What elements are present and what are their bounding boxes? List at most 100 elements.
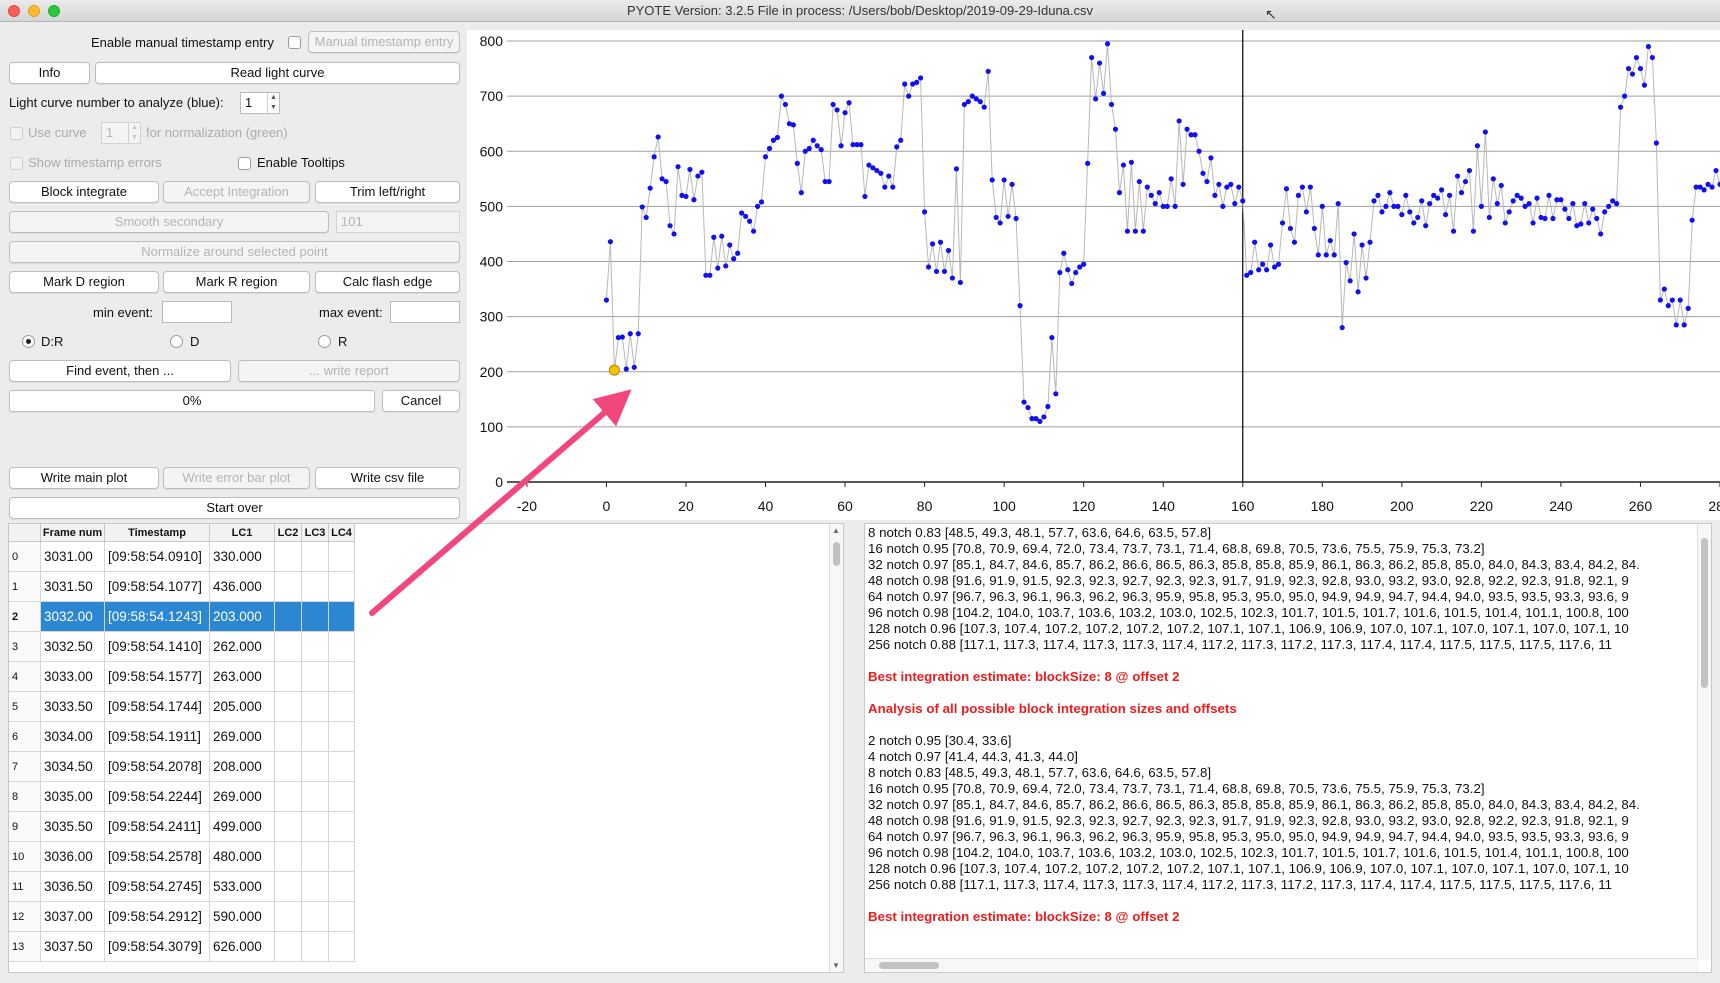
table-cell[interactable] xyxy=(302,842,329,872)
write-main-plot-button[interactable]: Write main plot xyxy=(9,467,159,489)
table-cell[interactable]: [09:58:54.2578] xyxy=(105,842,210,872)
write-csv-file-button[interactable]: Write csv file xyxy=(315,467,460,489)
row-header[interactable]: 9 xyxy=(9,812,41,842)
table-cell[interactable]: 3035.50 xyxy=(41,812,105,842)
row-header[interactable]: 8 xyxy=(9,782,41,812)
table-cell[interactable]: 3033.00 xyxy=(41,662,105,692)
table-cell[interactable] xyxy=(302,632,329,662)
table-cell[interactable] xyxy=(329,902,355,932)
smooth-value-field[interactable]: 101 xyxy=(336,211,460,233)
scroll-down-icon[interactable]: ▼ xyxy=(832,961,840,970)
table-cell[interactable] xyxy=(329,542,355,572)
table-cell[interactable] xyxy=(275,842,302,872)
table-row[interactable]: 11 3036.50 [09:58:54.2745] 533.000 xyxy=(9,872,372,902)
table-cell[interactable]: [09:58:54.2411] xyxy=(105,812,210,842)
table-row[interactable]: 5 3033.50 [09:58:54.1744] 205.000 xyxy=(9,692,372,722)
row-header[interactable]: 0 xyxy=(9,542,41,572)
trim-left-right-button[interactable]: Trim left/right xyxy=(315,181,460,203)
row-header[interactable]: 11 xyxy=(9,872,41,902)
table-cell[interactable]: [09:58:54.2745] xyxy=(105,872,210,902)
light-curve-plot[interactable]: 0 100 200 300 400 500 600 700 800 -20 0 20 40 60 80 100… xyxy=(467,30,1720,520)
table-cell[interactable] xyxy=(275,872,302,902)
column-header[interactable]: Frame num xyxy=(41,524,105,542)
table-cell[interactable] xyxy=(302,662,329,692)
table-cell[interactable] xyxy=(329,932,355,962)
write-report-button[interactable]: ... write report xyxy=(238,360,460,382)
table-cell[interactable] xyxy=(302,872,329,902)
table-cell[interactable]: 3034.00 xyxy=(41,722,105,752)
table-row[interactable]: 13 3037.50 [09:58:54.3079] 626.000 xyxy=(9,932,372,962)
table-row[interactable]: 4 3033.00 [09:58:54.1577] 263.000 xyxy=(9,662,372,692)
use-curve-spinbox[interactable]: 1 ▲ ▼ xyxy=(101,122,141,144)
info-button[interactable]: Info xyxy=(9,62,90,84)
column-header[interactable] xyxy=(9,524,41,542)
column-header[interactable]: Timestamp xyxy=(105,524,210,542)
lc-number-spinbox[interactable]: 1 ▲ ▼ xyxy=(240,92,280,114)
table-cell[interactable] xyxy=(302,812,329,842)
table-cell[interactable]: [09:58:54.1077] xyxy=(105,572,210,602)
data-table[interactable]: Frame num Timestamp LC1 LC2 LC3 LC4 0 3031.00[… xyxy=(8,523,844,973)
enable-manual-ts-checkbox[interactable] xyxy=(288,36,301,49)
table-row[interactable]: 0 3031.00 [09:58:54.0910] 330.000 xyxy=(9,542,372,572)
table-cell[interactable]: 3033.50 xyxy=(41,692,105,722)
table-cell[interactable] xyxy=(302,752,329,782)
table-cell[interactable] xyxy=(275,782,302,812)
accept-integration-button[interactable]: Accept Integration xyxy=(163,181,310,203)
table-cell[interactable] xyxy=(275,932,302,962)
mark-r-region-button[interactable]: Mark R region xyxy=(163,271,310,293)
table-cell[interactable] xyxy=(329,872,355,902)
table-cell[interactable]: 3034.50 xyxy=(41,752,105,782)
radio-dr[interactable] xyxy=(22,335,35,348)
table-cell[interactable]: [09:58:54.2912] xyxy=(105,902,210,932)
table-cell[interactable]: [09:58:54.1577] xyxy=(105,662,210,692)
table-cell[interactable] xyxy=(275,662,302,692)
table-cell[interactable] xyxy=(302,542,329,572)
table-cell[interactable]: 3031.00 xyxy=(41,542,105,572)
table-cell[interactable]: 269.000 xyxy=(210,782,275,812)
table-cell[interactable] xyxy=(329,842,355,872)
scroll-up-icon[interactable]: ▲ xyxy=(832,526,840,535)
table-cell[interactable]: 262.000 xyxy=(210,632,275,662)
table-cell[interactable]: 3036.00 xyxy=(41,842,105,872)
table-cell[interactable]: 269.000 xyxy=(210,722,275,752)
row-header[interactable]: 10 xyxy=(9,842,41,872)
table-cell[interactable] xyxy=(302,692,329,722)
table-cell[interactable]: [09:58:54.0910] xyxy=(105,542,210,572)
start-over-button[interactable]: Start over xyxy=(9,497,460,519)
read-light-curve-button[interactable]: Read light curve xyxy=(95,62,460,84)
row-header[interactable]: 12 xyxy=(9,902,41,932)
row-header[interactable]: 3 xyxy=(9,632,41,662)
show-ts-errors-checkbox[interactable] xyxy=(10,157,23,170)
close-window-button[interactable] xyxy=(8,5,20,17)
table-cell[interactable]: 3037.50 xyxy=(41,932,105,962)
table-cell[interactable] xyxy=(275,902,302,932)
cancel-button[interactable]: Cancel xyxy=(382,390,460,412)
column-header[interactable]: LC1 xyxy=(210,524,275,542)
table-cell[interactable]: [09:58:54.1243] xyxy=(105,602,210,632)
table-cell[interactable]: 208.000 xyxy=(210,752,275,782)
table-cell[interactable]: 533.000 xyxy=(210,872,275,902)
mark-d-region-button[interactable]: Mark D region xyxy=(9,271,159,293)
table-cell[interactable]: 3035.00 xyxy=(41,782,105,812)
table-cell[interactable]: 330.000 xyxy=(210,542,275,572)
table-cell[interactable]: 205.000 xyxy=(210,692,275,722)
table-cell[interactable]: [09:58:54.2244] xyxy=(105,782,210,812)
table-cell[interactable] xyxy=(329,752,355,782)
row-header[interactable]: 13 xyxy=(9,932,41,962)
scroll-thumb[interactable] xyxy=(833,542,840,566)
column-header[interactable]: LC4 xyxy=(329,524,355,542)
table-cell[interactable]: 480.000 xyxy=(210,842,275,872)
table-cell[interactable]: [09:58:54.3079] xyxy=(105,932,210,962)
min-event-field[interactable] xyxy=(162,301,232,323)
table-cell[interactable] xyxy=(329,722,355,752)
row-header[interactable]: 2 xyxy=(9,602,41,632)
column-header[interactable]: LC2 xyxy=(275,524,302,542)
table-cell[interactable]: 3032.00 xyxy=(41,602,105,632)
table-cell[interactable] xyxy=(302,932,329,962)
minimize-window-button[interactable] xyxy=(28,5,40,17)
log-vertical-scrollbar[interactable] xyxy=(1697,524,1711,960)
table-cell[interactable]: 436.000 xyxy=(210,572,275,602)
table-cell[interactable] xyxy=(329,602,355,632)
zoom-window-button[interactable] xyxy=(48,5,60,17)
table-cell[interactable] xyxy=(302,602,329,632)
